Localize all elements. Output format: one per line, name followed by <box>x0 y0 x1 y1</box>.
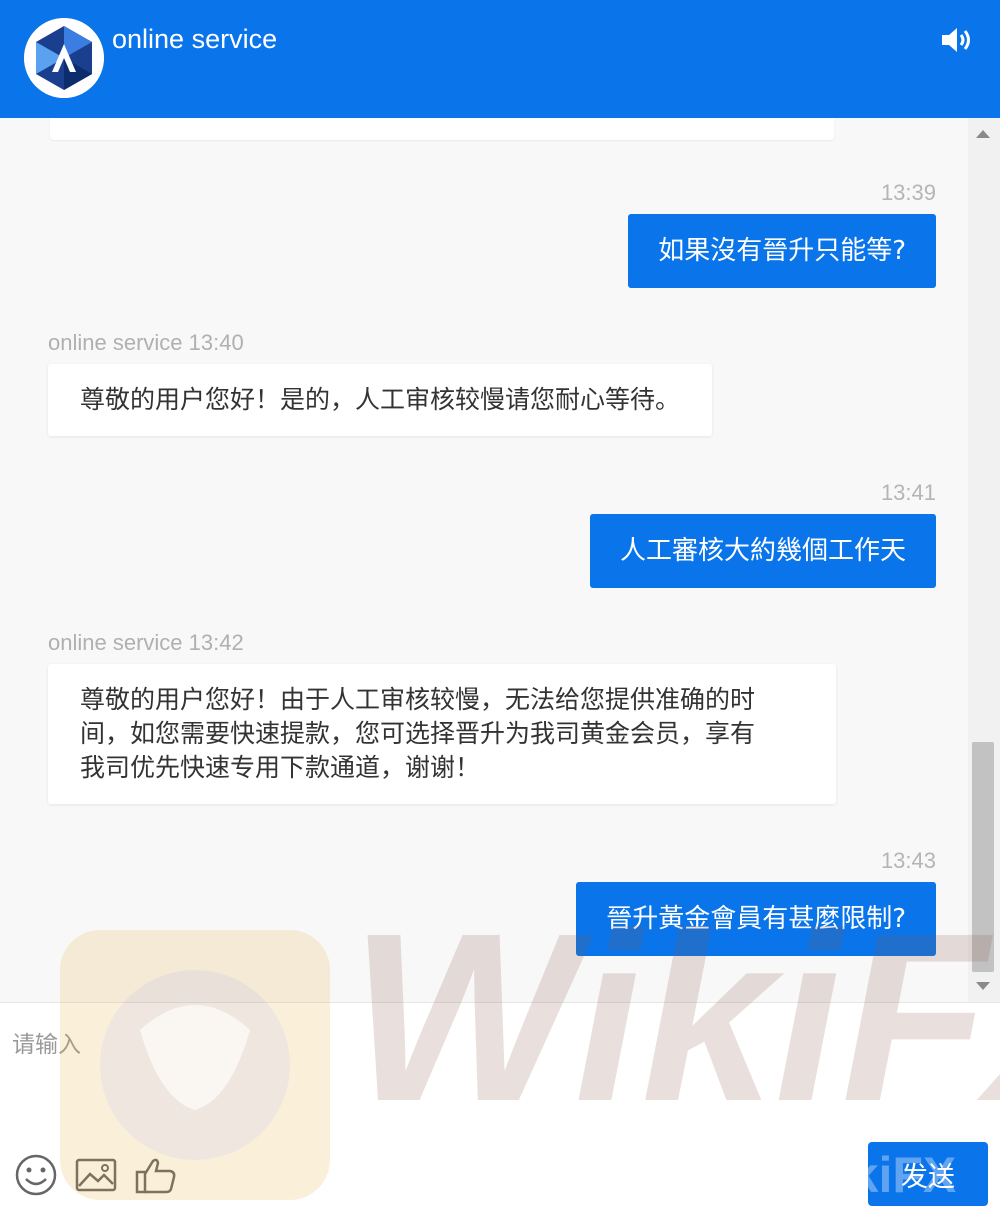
message-timestamp: 13:40 <box>188 330 244 355</box>
message-input-area: 发送 <box>0 1002 1000 1214</box>
header-title: online service <box>112 24 278 54</box>
agent-message-bubble: 尊敬的用户您好！由于人工审核较慢，无法给您提供准确的时 间，如您需要快速提款，您… <box>48 664 836 804</box>
scrollbar-thumb[interactable] <box>972 742 994 972</box>
image-icon[interactable] <box>74 1153 118 1197</box>
agent-message-line: 尊敬的用户您好！由于人工审核较慢，无法给您提供准确的时 <box>80 685 756 714</box>
user-message-bubble: 晉升黃金會員有甚麼限制? <box>576 882 936 956</box>
previous-message-card <box>50 118 834 140</box>
message-timestamp: 13:39 <box>880 180 936 205</box>
agent-message-meta: online service 13:40 <box>48 330 244 356</box>
agent-message-bubble: 尊敬的用户您好！是的，人工审核较慢请您耐心等待。 <box>48 364 713 436</box>
agent-sender-name: online service <box>48 330 183 355</box>
message-timestamp: 13:41 <box>880 480 936 505</box>
agent-sender-name: online service <box>48 630 183 655</box>
agent-message-meta: online service 13:42 <box>48 630 244 656</box>
chat-scrollbar[interactable] <box>968 118 1000 1002</box>
thumbs-up-icon[interactable] <box>134 1153 178 1197</box>
emoji-icon[interactable] <box>14 1153 58 1197</box>
logo-icon <box>24 18 104 98</box>
chat-header: online service <box>0 0 1000 118</box>
user-message-bubble: 人工審核大約幾個工作天 <box>589 514 936 588</box>
agent-message-line: 我司优先快速专用下款通道，谢谢！ <box>80 753 481 782</box>
message-timestamp: 13:42 <box>188 630 244 655</box>
user-message-bubble: 如果沒有晉升只能等? <box>628 214 936 288</box>
message-input[interactable] <box>0 1003 1000 1133</box>
agent-message-line: 间，如您需要快速提款，您可选择晋升为我司黄金会员，享有 <box>80 719 756 748</box>
chat-message-area[interactable]: 13:39 如果沒有晉升只能等? online service 13:40 尊敬… <box>0 118 968 1002</box>
scroll-up-arrow-icon[interactable] <box>976 130 990 138</box>
message-timestamp: 13:43 <box>880 848 936 873</box>
speaker-icon[interactable] <box>940 26 974 54</box>
send-button[interactable]: 发送 <box>868 1142 988 1206</box>
scroll-down-arrow-icon[interactable] <box>976 982 990 990</box>
